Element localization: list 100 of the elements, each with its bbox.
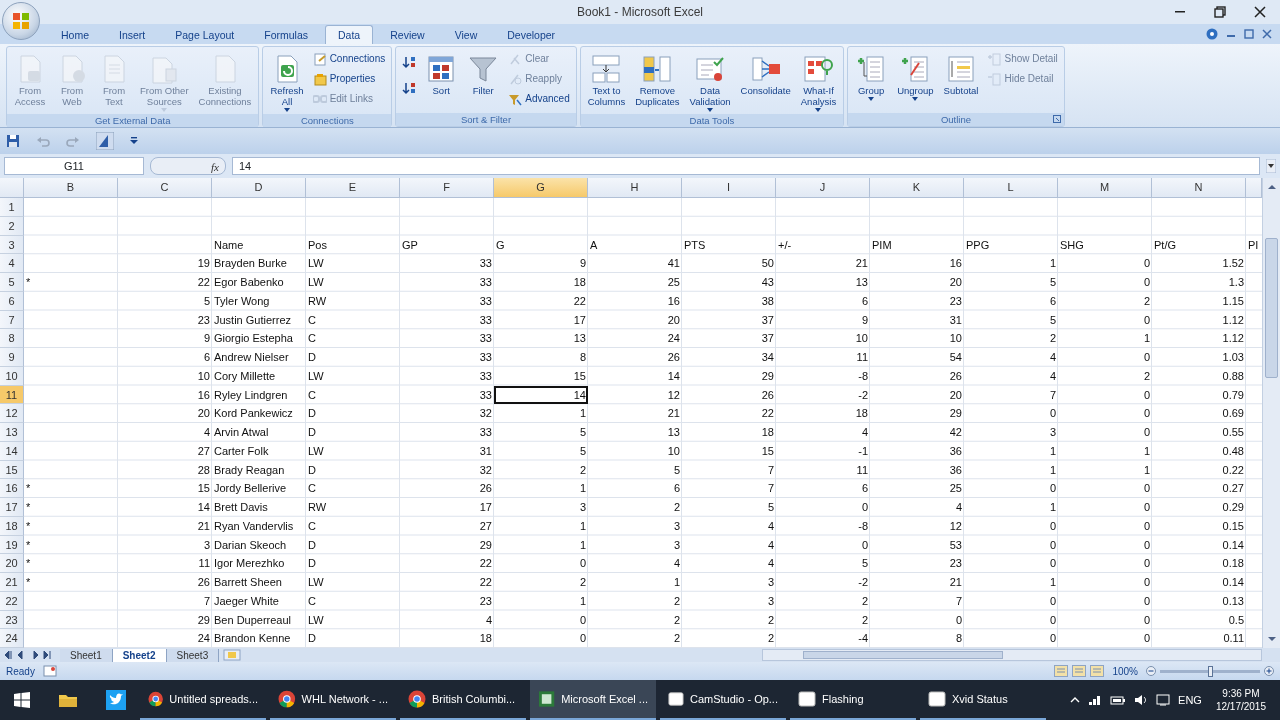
close-icon[interactable]: [1262, 29, 1272, 39]
ribbon-button[interactable]: Ungroup: [894, 51, 937, 103]
help-icon[interactable]: [1206, 28, 1218, 40]
ribbon-tab[interactable]: Page Layout: [162, 25, 248, 44]
table-cell-text: 19: [196, 256, 211, 272]
ribbon-tab[interactable]: Review: [377, 25, 438, 44]
ribbon-button[interactable]: Sort: [422, 51, 461, 98]
taskbar-button[interactable]: British Columbi...: [400, 680, 526, 720]
customize-icon[interactable]: [130, 137, 138, 145]
column-header[interactable]: D: [212, 178, 306, 198]
status-text: Ready: [6, 664, 35, 679]
table-cell-text: 1: [672, 575, 681, 590]
formula-field[interactable]: 14: [232, 157, 1260, 175]
table-cell-text: 1: [1142, 443, 1151, 459]
ribbon-button[interactable]: Group: [852, 51, 891, 103]
ribbon-button[interactable]: Properties: [310, 71, 388, 87]
row-header[interactable]: 5: [0, 273, 24, 292]
table-cell-text: 17: [478, 500, 493, 515]
table-cell-text: 4: [766, 537, 775, 553]
name-box[interactable]: G11: [4, 157, 144, 175]
signal-icon[interactable]: [1088, 694, 1103, 706]
ribbon-tab[interactable]: View: [441, 25, 491, 44]
row-header[interactable]: 1: [0, 198, 24, 217]
ribbon-button[interactable]: Advanced: [506, 91, 572, 107]
ribbon-button[interactable]: Filter: [464, 51, 503, 98]
ribbon-button[interactable]: Refresh All: [267, 51, 307, 114]
ribbon-button[interactable]: Consolidate: [737, 51, 794, 98]
ribbon-tab[interactable]: Data: [325, 25, 374, 44]
scrollbar-thumb[interactable]: [1265, 238, 1278, 378]
column-header[interactable]: N: [1152, 178, 1246, 198]
zoom-slider-thumb[interactable]: [1208, 665, 1213, 677]
taskbar-button[interactable]: Microsoft Excel ...: [530, 680, 656, 720]
macro-record-icon[interactable]: [42, 665, 57, 677]
column-header[interactable]: E: [306, 178, 400, 198]
zoom-level[interactable]: 100%: [1112, 663, 1138, 679]
row-header[interactable]: 24: [0, 629, 24, 648]
office-button[interactable]: [2, 2, 40, 40]
scrollbar-thumb[interactable]: [803, 651, 1003, 659]
sheet-tab[interactable]: Sheet2: [112, 648, 167, 662]
row-header[interactable]: 21: [0, 573, 24, 592]
taskbar-button[interactable]: WHL Network - ...: [270, 680, 396, 720]
row-header[interactable]: 8: [0, 329, 24, 348]
battery-icon[interactable]: [1110, 694, 1127, 706]
insert-function-button[interactable]: fx: [150, 157, 226, 175]
column-header[interactable]: I: [682, 178, 776, 198]
active-cell[interactable]: 14: [494, 385, 588, 405]
save-icon[interactable]: [6, 134, 20, 148]
column-header[interactable]: J: [776, 178, 870, 198]
sheet-tab[interactable]: Sheet3: [166, 648, 220, 662]
ribbon-button[interactable]: Data Validation: [686, 51, 734, 114]
ribbon-button[interactable]: What-If Analysis: [797, 51, 840, 114]
table-cell-text: 1.12: [1221, 331, 1245, 347]
column-header[interactable]: C: [118, 178, 212, 198]
zoom-in-icon[interactable]: [1264, 666, 1274, 676]
row-header[interactable]: 13: [0, 423, 24, 442]
dialog-launcher-icon[interactable]: [1052, 115, 1061, 123]
table-cell-text: 26: [196, 575, 211, 590]
table-cell-text: 25: [948, 481, 963, 497]
table-cell-text: Andrew Nielser: [213, 350, 290, 365]
column-header[interactable]: M: [1058, 178, 1152, 198]
expand-icon[interactable]: [1266, 159, 1276, 173]
table-cell-text: 7: [1048, 387, 1057, 403]
row-header[interactable]: 17: [0, 498, 24, 517]
column-header[interactable]: H: [588, 178, 682, 198]
column-header[interactable]: G: [494, 178, 588, 198]
ribbon-tab[interactable]: Developer: [494, 25, 569, 44]
row-header[interactable]: 9: [0, 348, 24, 367]
ribbon-tab[interactable]: Formulas: [251, 25, 321, 44]
table-cell-text: 37: [760, 331, 775, 347]
chart-tool-icon[interactable]: [96, 132, 114, 150]
sheet-tab[interactable]: Sheet1: [60, 648, 113, 662]
clock[interactable]: 9:36 PM 12/17/2015: [1209, 687, 1272, 713]
taskbar-button[interactable]: Flashing: [790, 680, 916, 720]
column-header[interactable]: L: [964, 178, 1058, 198]
row-header[interactable]: 16: [0, 479, 24, 498]
ribbon-tab[interactable]: Insert: [106, 25, 159, 44]
chevron-up-icon[interactable]: [1070, 695, 1081, 705]
horizontal-scrollbar[interactable]: [762, 649, 1262, 661]
restore-icon[interactable]: [1244, 29, 1254, 39]
ribbon-button[interactable]: Subtotal: [940, 51, 982, 98]
ribbon-button[interactable]: Text to Columns: [584, 51, 629, 109]
table-cell-text: 9: [202, 331, 211, 347]
language-indicator[interactable]: ENG: [1178, 691, 1202, 709]
table-cell-text: GP: [401, 237, 419, 253]
row-header[interactable]: 4: [0, 254, 24, 273]
column-header[interactable]: B: [24, 178, 118, 198]
speaker-icon[interactable]: [1134, 694, 1149, 706]
taskbar-button[interactable]: Xvid Status: [920, 680, 1046, 720]
vertical-scrollbar[interactable]: [1262, 178, 1280, 648]
ribbon-button[interactable]: Connections: [310, 51, 388, 67]
row-header[interactable]: 20: [0, 554, 24, 573]
notification-icon[interactable]: [1156, 694, 1171, 706]
ribbon-button[interactable]: Remove Duplicates: [632, 51, 683, 109]
taskbar-button[interactable]: CamStudio - Op...: [660, 680, 786, 720]
column-header[interactable]: F: [400, 178, 494, 198]
taskbar-button[interactable]: Untitled spreads...: [140, 680, 266, 720]
zoom-out-icon[interactable]: [1146, 666, 1156, 676]
row-header[interactable]: 12: [0, 404, 24, 423]
column-header[interactable]: K: [870, 178, 964, 198]
ribbon-tab[interactable]: Home: [48, 25, 102, 44]
